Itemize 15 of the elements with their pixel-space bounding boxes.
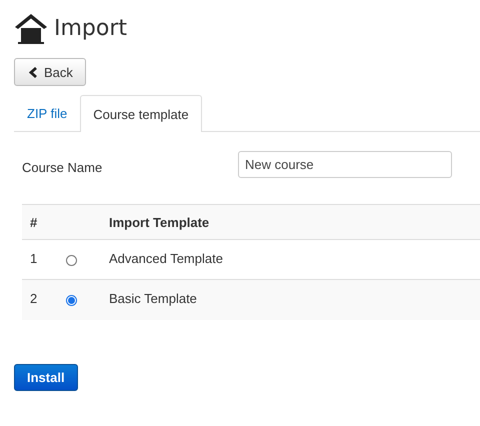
page-title: Import	[54, 16, 128, 40]
column-header: Import Template	[101, 204, 480, 240]
column-header: #	[22, 204, 58, 240]
back-button[interactable]: Back	[14, 58, 86, 86]
tab[interactable]: ZIP file	[14, 95, 80, 131]
chevron-left-icon	[29, 66, 38, 78]
course-name-field[interactable]: New course	[238, 151, 452, 178]
install-button[interactable]: Install	[14, 364, 78, 390]
radio-button[interactable]	[66, 295, 77, 306]
radio-button[interactable]	[66, 255, 77, 266]
tab[interactable]: Course template	[80, 95, 202, 132]
table-cell: 2	[22, 280, 58, 320]
table-cell: Basic Template	[101, 280, 480, 320]
house-icon	[14, 12, 48, 44]
field-label: Course Name	[22, 160, 104, 175]
